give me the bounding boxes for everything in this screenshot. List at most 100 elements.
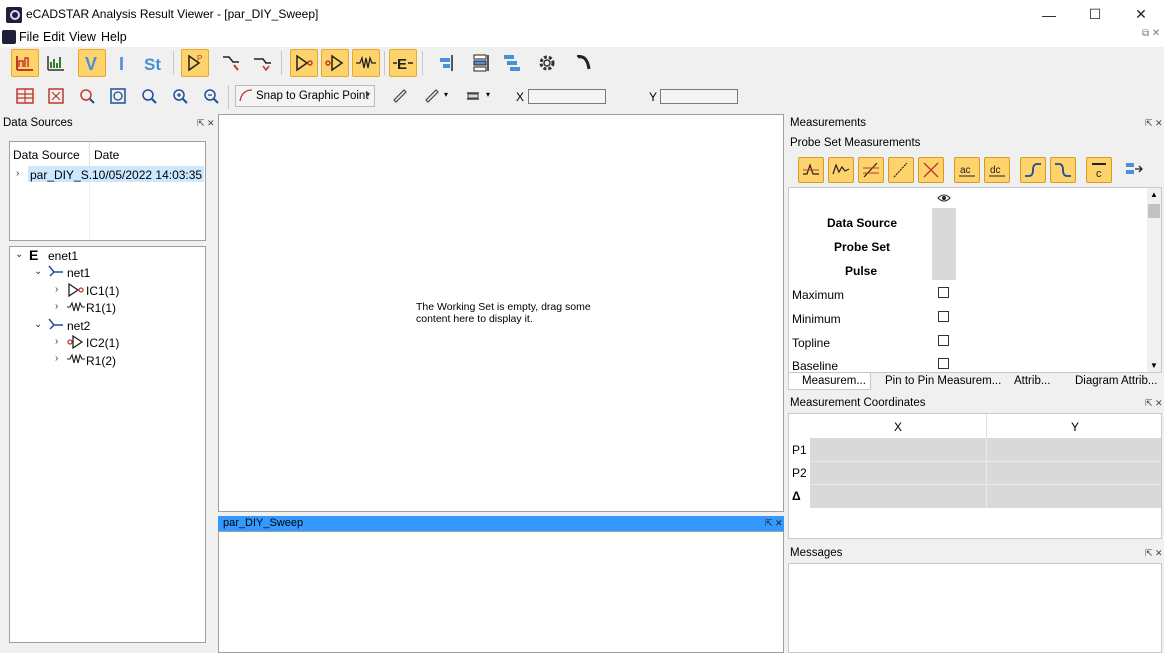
waveform-chart-icon[interactable] [11, 49, 39, 77]
rising-edge-icon[interactable] [1020, 157, 1046, 183]
zoom-fit-icon[interactable] [42, 82, 70, 110]
menu-help[interactable]: Help [101, 30, 127, 44]
chevron-right-icon[interactable]: › [55, 284, 58, 295]
overshoot-icon[interactable] [798, 157, 824, 183]
zoom-out-icon[interactable] [197, 82, 225, 110]
grid-icon[interactable] [11, 82, 39, 110]
capacitance-icon[interactable]: c [1086, 157, 1112, 183]
svg-text:dc: dc [990, 165, 1001, 176]
chevron-right-icon[interactable]: › [55, 301, 58, 312]
row-pulse: Pulse [845, 264, 878, 278]
empty-message-line2: content here to display it. [416, 313, 533, 325]
svg-text:c: c [1096, 168, 1102, 180]
panel-float-icon[interactable]: ⇱ ✕ [765, 518, 783, 529]
column-header-x: X [894, 420, 903, 434]
crossing-icon[interactable] [918, 157, 944, 183]
minimize-button[interactable]: — [1026, 0, 1072, 29]
scrollbar-thumb[interactable] [1148, 204, 1160, 218]
chevron-down-icon[interactable]: ⌄ [34, 266, 42, 277]
align-right-icon[interactable] [431, 49, 459, 77]
menu-file[interactable]: File [19, 30, 39, 44]
zoom-extents-icon[interactable] [104, 82, 132, 110]
snap-mode-dropdown[interactable]: Snap to Graphic Point [235, 85, 375, 107]
bottom-panel-title: par_DIY_Sweep [223, 517, 304, 529]
zoom-marker-icon[interactable] [73, 82, 101, 110]
zoom-window-icon[interactable] [135, 82, 163, 110]
zoom-in-icon[interactable] [166, 82, 194, 110]
tab-attributes[interactable]: Attrib... [1014, 375, 1050, 387]
snap-mode-label: Snap to Graphic Point [256, 90, 369, 102]
slew-icon[interactable] [888, 157, 914, 183]
stack-icon[interactable] [466, 49, 494, 77]
panel-float-icon[interactable]: ⇱ ✕ [1145, 398, 1163, 409]
baseline-checkbox[interactable] [938, 358, 949, 369]
tree-item-enet1[interactable]: enet1 [48, 249, 78, 263]
chevron-down-icon[interactable]: ▾ [444, 90, 448, 99]
bar-chart-icon[interactable] [42, 49, 70, 77]
gear-icon[interactable] [533, 49, 561, 77]
chevron-down-icon[interactable]: ⌄ [15, 249, 23, 260]
maximize-button[interactable]: ☐ [1072, 0, 1118, 29]
messages-header: Messages [787, 544, 1164, 562]
panel-float-icon[interactable]: ⇱ ✕ [1145, 548, 1163, 559]
export-icon[interactable] [1124, 159, 1144, 182]
chevron-right-icon[interactable]: › [16, 168, 19, 179]
window-title: eCADSTAR Analysis Result Viewer - [par_D… [26, 7, 319, 21]
current-icon[interactable]: I [109, 49, 137, 77]
enet-icon[interactable]: E [389, 49, 417, 77]
svg-text:E: E [397, 56, 407, 73]
restore-menu-icon[interactable]: ⧉ ✕ [1142, 28, 1160, 39]
statistics-icon[interactable]: St [140, 49, 168, 77]
column-header-date[interactable]: Date [94, 148, 119, 162]
maximum-checkbox[interactable] [938, 287, 949, 298]
marker-icon[interactable] [459, 82, 487, 110]
close-button[interactable]: ✕ [1118, 0, 1164, 29]
chevron-right-icon[interactable]: › [55, 336, 58, 347]
falling-edge-icon[interactable] [1050, 157, 1076, 183]
visibility-eye-icon[interactable] [937, 192, 951, 206]
scroll-down-icon[interactable]: ▼ [1150, 361, 1158, 370]
empty-message-line1: The Working Set is empty, drag some [416, 301, 591, 313]
tree-item-net1[interactable]: net1 [67, 266, 90, 280]
probe-tool-icon[interactable] [570, 49, 598, 77]
tree-item-r1-2[interactable]: R1(2) [86, 354, 116, 368]
column-header-data-source[interactable]: Data Source [13, 148, 80, 162]
tab-pin-to-pin[interactable]: Pin to Pin Measurem... [885, 375, 1001, 387]
resistor-icon[interactable] [352, 49, 380, 77]
panel-float-icon[interactable]: ⇱ ✕ [197, 118, 215, 129]
chevron-down-icon[interactable]: ⌄ [34, 319, 42, 330]
panel-float-icon[interactable]: ⇱ ✕ [1145, 118, 1163, 129]
tab-diagram-attributes[interactable]: Diagram Attrib... [1075, 375, 1157, 387]
tree-item-ic2[interactable]: IC2(1) [86, 336, 119, 350]
tree-item-net2[interactable]: net2 [67, 319, 90, 333]
scroll-up-icon[interactable]: ▲ [1150, 190, 1158, 199]
column-header-y: Y [1071, 420, 1080, 434]
driver-icon[interactable] [290, 49, 318, 77]
chevron-down-icon[interactable]: ▾ [486, 90, 490, 99]
voltage-icon[interactable]: V [78, 49, 106, 77]
receiver-icon[interactable] [321, 49, 349, 77]
menu-view[interactable]: View [69, 30, 96, 44]
menu-edit[interactable]: Edit [43, 30, 65, 44]
chevron-right-icon[interactable]: › [55, 353, 58, 364]
x-coordinate-field[interactable] [528, 89, 606, 104]
ruler-dropdown-icon[interactable] [418, 82, 446, 110]
probe-pointer-icon[interactable] [217, 49, 245, 77]
ringing-icon[interactable] [828, 157, 854, 183]
ac-icon[interactable]: ac [954, 157, 980, 183]
data-sources-title: Data Sources [3, 117, 73, 129]
snap-curve-icon [239, 88, 253, 105]
tree-item-ic1[interactable]: IC1(1) [86, 284, 119, 298]
probe-play-icon[interactable]: P [181, 49, 209, 77]
tree-item-r1-1[interactable]: R1(1) [86, 301, 116, 315]
minimum-checkbox[interactable] [938, 311, 949, 322]
rise-time-icon[interactable] [858, 157, 884, 183]
probe-down-icon[interactable] [248, 49, 276, 77]
y-coordinate-field[interactable] [660, 89, 738, 104]
measurement-grid [788, 187, 1162, 373]
row-delta: Δ [792, 489, 801, 503]
ruler-icon[interactable] [386, 82, 414, 110]
topline-checkbox[interactable] [938, 335, 949, 346]
dc-icon[interactable]: dc [984, 157, 1010, 183]
cascade-icon[interactable] [498, 49, 526, 77]
